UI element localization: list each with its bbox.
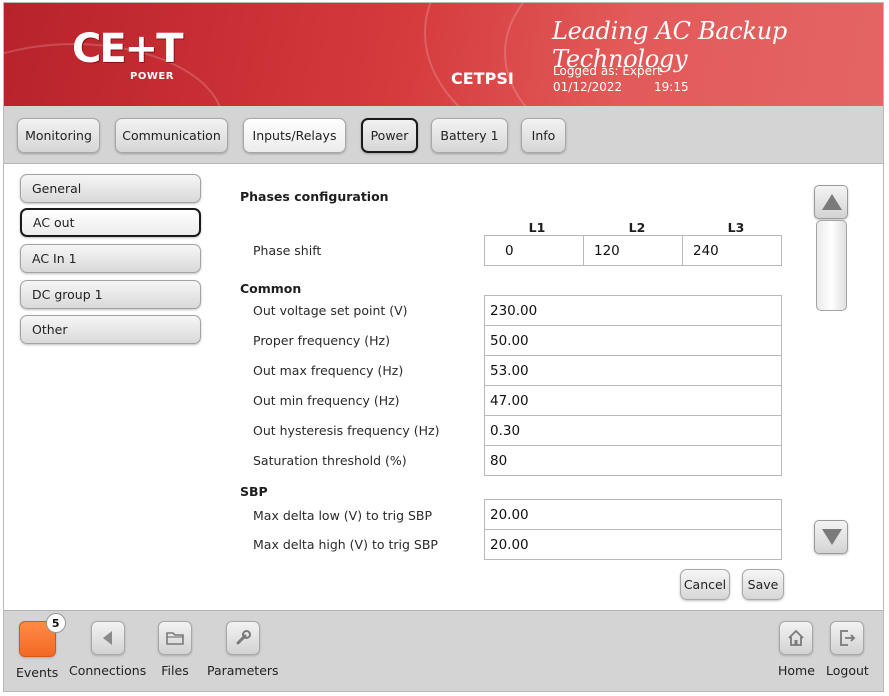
out-max-frequency-label: Out max frequency (Hz) <box>253 363 404 378</box>
out-max-frequency-field[interactable]: 53.00 <box>484 355 782 386</box>
section-title-phases: Phases configuration <box>240 189 389 204</box>
cancel-button[interactable]: Cancel <box>680 569 730 600</box>
arrow-up-icon <box>822 194 842 210</box>
tab-power[interactable]: Power <box>361 118 418 153</box>
cet-logo: CE+T POWER <box>72 25 183 85</box>
scroll-up-button[interactable] <box>814 185 848 219</box>
settings-panel: Phases configuration L1 L2 L3 Phase shif… <box>219 164 883 610</box>
files-label: Files <box>161 663 189 678</box>
column-header-l2: L2 <box>628 220 646 235</box>
logout-label: Logout <box>826 663 869 678</box>
connections-button[interactable]: Connections <box>69 621 146 678</box>
out-hysteresis-frequency-field[interactable]: 0.30 <box>484 415 782 446</box>
parameters-button[interactable]: Parameters <box>207 621 279 678</box>
logo-text: CE+T <box>72 26 183 72</box>
tab-inputs-relays[interactable]: Inputs/Relays <box>243 118 346 153</box>
arrow-down-icon <box>822 529 842 545</box>
current-date: 01/12/2022 <box>553 80 623 94</box>
proper-frequency-field[interactable]: 50.00 <box>484 325 782 356</box>
phase-shift-label: Phase shift <box>253 243 322 258</box>
wrench-icon <box>225 621 260 655</box>
folder-icon <box>158 621 192 655</box>
user-role: Logged as: Expert <box>553 64 662 78</box>
tab-info[interactable]: Info <box>521 118 566 153</box>
logout-button[interactable]: Logout <box>826 621 869 678</box>
logo-subtext: POWER <box>130 71 174 82</box>
sidebar-item-other[interactable]: Other <box>20 315 201 344</box>
sidebar: General AC out AC In 1 DC group 1 Other <box>4 164 219 610</box>
device-name: CETPSI <box>451 69 514 88</box>
events-button[interactable]: 5 Events <box>16 613 66 680</box>
sidebar-item-ac-in-1[interactable]: AC In 1 <box>20 244 201 273</box>
max-delta-low-field[interactable]: 20.00 <box>484 499 782 530</box>
tab-monitoring[interactable]: Monitoring <box>17 118 100 153</box>
events-label: Events <box>16 665 59 680</box>
sidebar-item-general[interactable]: General <box>20 174 201 203</box>
out-voltage-label: Out voltage set point (V) <box>253 303 408 318</box>
footer-bar: 5 Events Connections Files Parameters Ho… <box>4 610 883 691</box>
connections-icon <box>90 621 125 655</box>
home-button[interactable]: Home <box>778 621 815 678</box>
max-delta-high-field[interactable]: 20.00 <box>484 529 782 560</box>
section-title-common: Common <box>240 281 302 296</box>
proper-frequency-label: Proper frequency (Hz) <box>253 333 390 348</box>
out-voltage-field[interactable]: 230.00 <box>484 295 782 326</box>
scrollbar-thumb[interactable] <box>816 220 847 311</box>
parameters-label: Parameters <box>207 663 279 678</box>
home-icon <box>779 621 814 655</box>
tab-communication[interactable]: Communication <box>115 118 228 153</box>
max-delta-low-label: Max delta low (V) to trig SBP <box>253 508 433 523</box>
events-count-badge: 5 <box>45 613 66 633</box>
sidebar-item-ac-out[interactable]: AC out <box>20 208 201 237</box>
save-button[interactable]: Save <box>742 569 784 600</box>
phase-shift-l2-field[interactable]: 120 <box>583 235 683 266</box>
tab-battery-1[interactable]: Battery 1 <box>431 118 508 153</box>
out-hysteresis-frequency-label: Out hysteresis frequency (Hz) <box>253 423 440 438</box>
section-title-sbp: SBP <box>240 484 268 499</box>
main-tab-bar: Monitoring Communication Inputs/Relays P… <box>4 106 883 164</box>
out-min-frequency-field[interactable]: 47.00 <box>484 385 782 416</box>
current-time: 19:15 <box>654 80 689 94</box>
logout-icon <box>830 621 865 655</box>
phase-shift-l3-field[interactable]: 240 <box>682 235 782 266</box>
files-button[interactable]: Files <box>158 621 192 678</box>
max-delta-high-label: Max delta high (V) to trig SBP <box>253 537 438 552</box>
home-label: Home <box>778 663 815 678</box>
scroll-down-button[interactable] <box>814 520 848 554</box>
saturation-threshold-label: Saturation threshold (%) <box>253 453 407 468</box>
sidebar-item-dc-group-1[interactable]: DC group 1 <box>20 280 201 309</box>
connections-label: Connections <box>69 663 147 678</box>
app-window: CE+T POWER Leading AC Backup Technology … <box>3 2 884 692</box>
phase-shift-l1-field[interactable]: 0 <box>484 235 584 266</box>
out-min-frequency-label: Out min frequency (Hz) <box>253 393 400 408</box>
settings-scroll-area[interactable]: Phases configuration L1 L2 L3 Phase shif… <box>219 164 804 610</box>
column-header-l1: L1 <box>528 220 546 235</box>
saturation-threshold-field[interactable]: 80 <box>484 445 782 476</box>
events-icon: 5 <box>18 613 66 657</box>
column-header-l3: L3 <box>727 220 745 235</box>
header: CE+T POWER Leading AC Backup Technology … <box>4 3 883 106</box>
